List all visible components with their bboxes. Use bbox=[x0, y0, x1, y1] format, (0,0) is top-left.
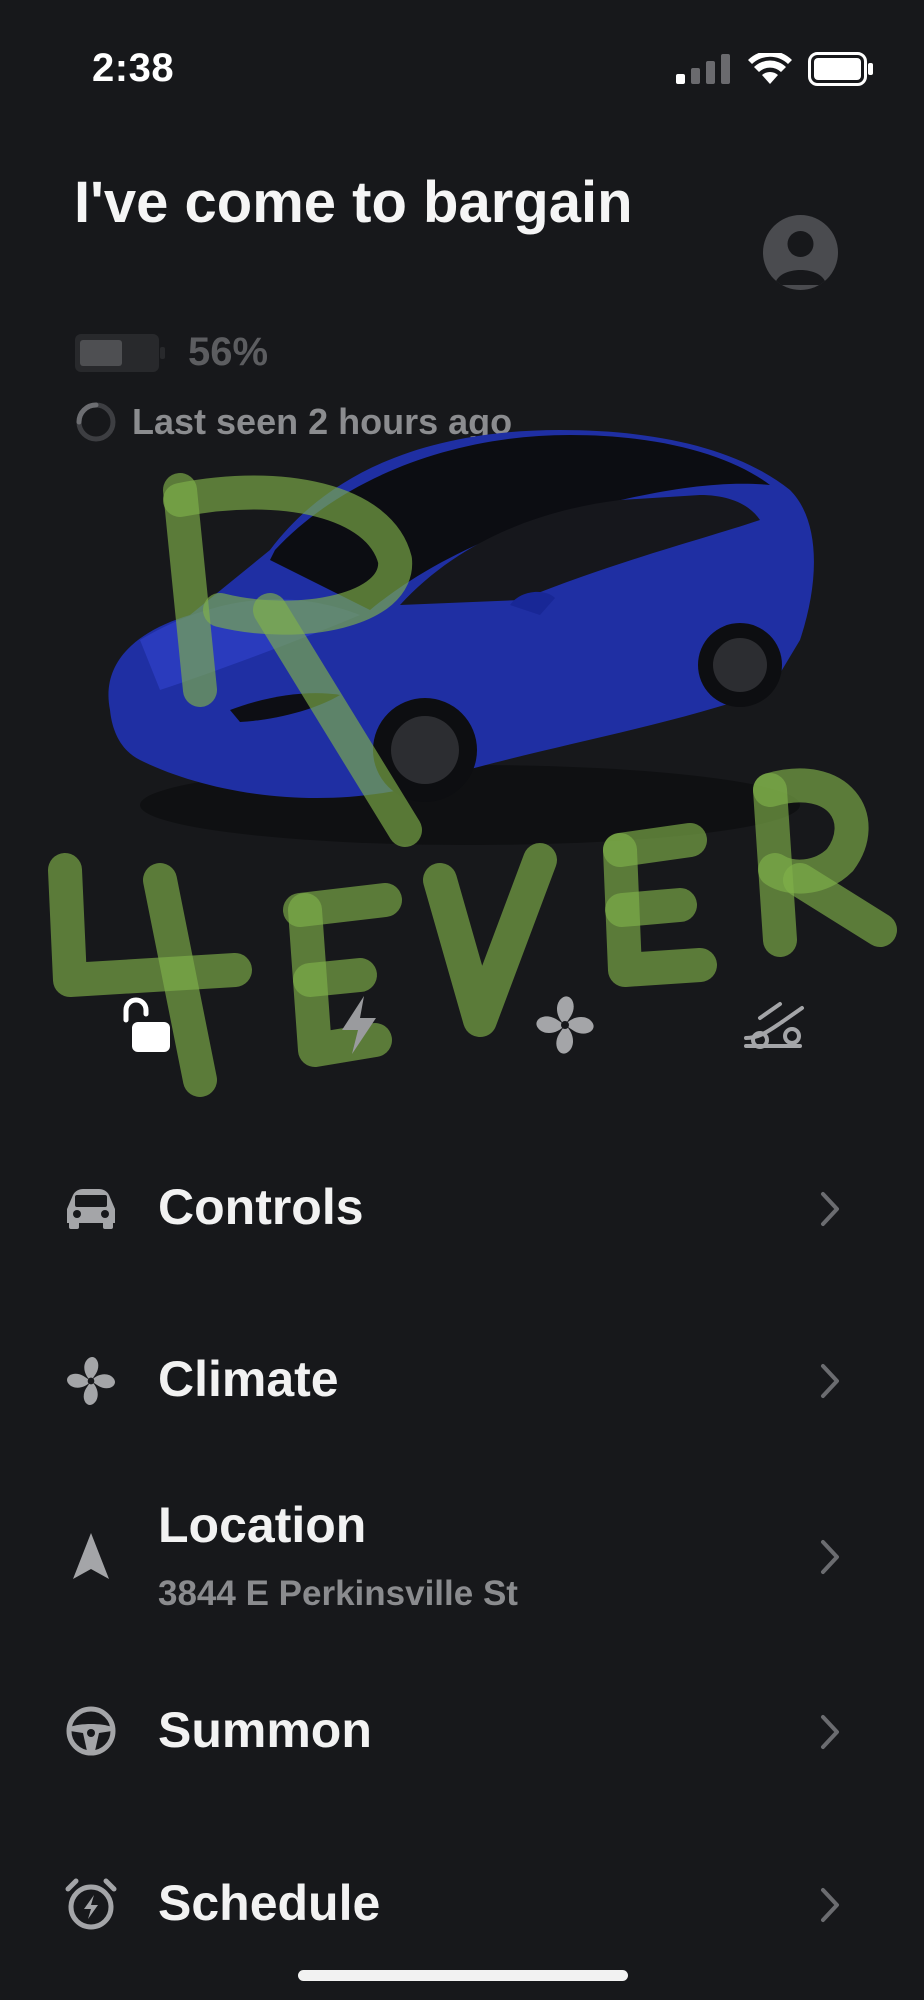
frunk-icon bbox=[744, 1002, 804, 1049]
climate-chevron-icon[interactable] bbox=[818, 1361, 842, 1401]
location-chevron-icon[interactable] bbox=[818, 1537, 842, 1577]
schedule-chevron-icon[interactable] bbox=[818, 1885, 842, 1925]
controls-chevron-icon[interactable] bbox=[818, 1189, 842, 1229]
cellular-signal-icon bbox=[676, 54, 730, 84]
quick-frunk-button[interactable] bbox=[733, 985, 813, 1065]
battery-status-icon bbox=[808, 52, 873, 86]
charge-bolt-icon bbox=[342, 996, 376, 1054]
vehicle-name: I've come to bargain bbox=[74, 170, 633, 235]
quick-climate-button[interactable] bbox=[525, 985, 605, 1065]
controls-label[interactable]: Controls bbox=[158, 1178, 364, 1236]
quick-charge-button[interactable] bbox=[319, 985, 399, 1065]
vehicle-battery-icon bbox=[75, 333, 165, 372]
battery-percent: 56% bbox=[188, 330, 269, 374]
climate-fan-icon bbox=[60, 1350, 122, 1412]
status-icons bbox=[676, 52, 874, 86]
summon-steering-wheel-icon bbox=[60, 1700, 122, 1762]
home-indicator[interactable] bbox=[298, 1970, 628, 1981]
battery-row: 56% bbox=[74, 330, 268, 375]
fan-icon bbox=[536, 996, 594, 1054]
car-image bbox=[108, 430, 814, 845]
location-arrow-icon bbox=[60, 1525, 122, 1587]
location-address: 3844 E Perkinsville St bbox=[158, 1574, 518, 1613]
unlock-icon bbox=[123, 997, 170, 1052]
controls-car-icon bbox=[60, 1177, 122, 1239]
summon-label[interactable]: Summon bbox=[158, 1701, 372, 1759]
profile-avatar[interactable] bbox=[763, 215, 838, 290]
climate-label[interactable]: Climate bbox=[158, 1350, 339, 1408]
person-icon bbox=[775, 231, 826, 285]
schedule-alarm-icon bbox=[60, 1873, 122, 1935]
quick-unlock-button[interactable] bbox=[107, 985, 187, 1065]
status-time: 2:38 bbox=[92, 46, 175, 90]
location-label[interactable]: Location bbox=[158, 1496, 366, 1554]
summon-chevron-icon[interactable] bbox=[818, 1712, 842, 1752]
wifi-icon bbox=[748, 53, 792, 84]
schedule-label[interactable]: Schedule bbox=[158, 1874, 380, 1932]
